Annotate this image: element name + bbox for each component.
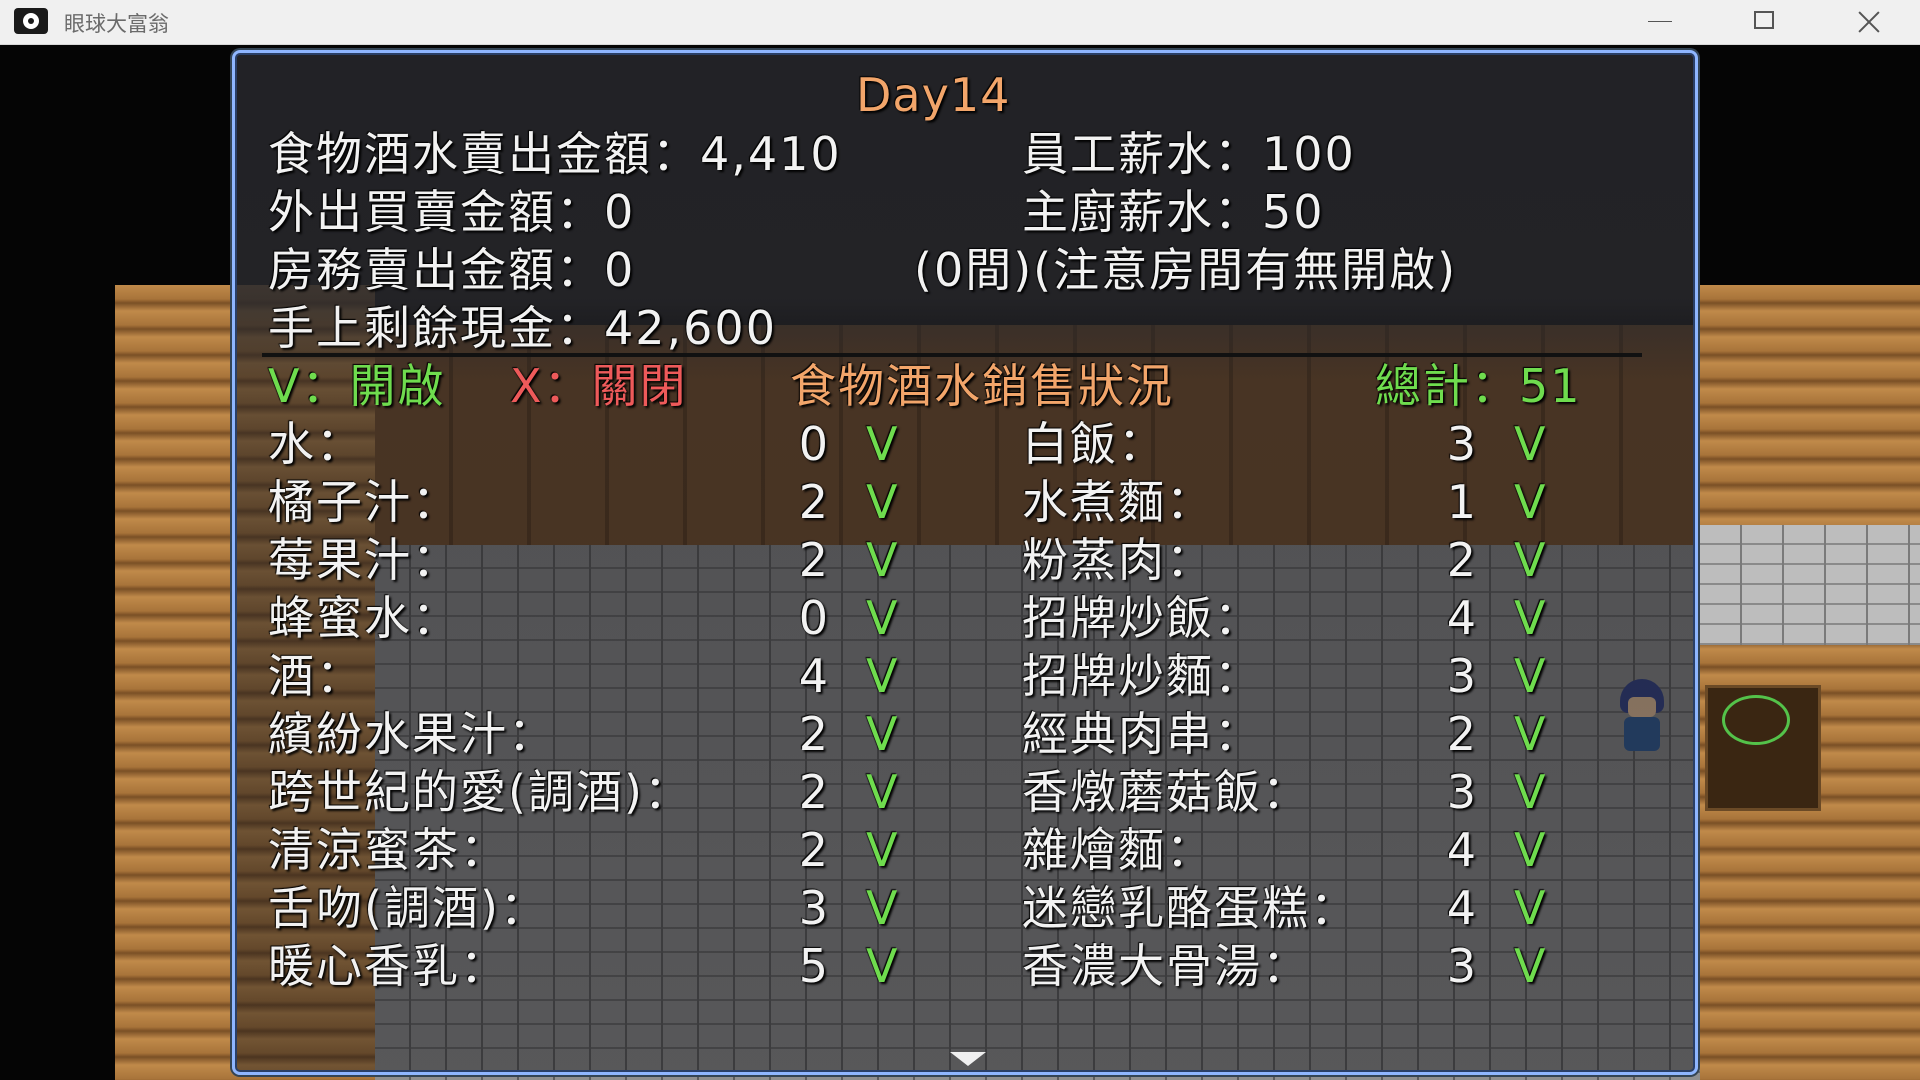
food-toggle[interactable]: V [1514,711,1547,757]
drink-toggle[interactable]: V [866,885,899,931]
drink-toggle[interactable]: V [866,595,899,641]
food-qty: 3 [1446,765,1478,819]
sales-total: 總計：51 [1375,359,1582,413]
event-ring-icon [1722,695,1790,745]
food-name: 經典肉串： [1022,707,1262,761]
drink-qty: 4 [798,649,830,703]
eye-app-icon [14,8,48,34]
food-qty: 3 [1446,939,1478,993]
staff-wage: 員工薪水：100 [1022,127,1356,181]
drink-toggle[interactable]: V [866,653,899,699]
drink-toggle[interactable]: V [866,769,899,815]
drink-toggle[interactable]: V [866,827,899,873]
food-name: 迷戀乳酪蛋糕： [1022,881,1358,935]
drink-name: 繽紛水果汁： [268,707,556,761]
drink-toggle[interactable]: V [866,711,899,757]
drink-qty: 5 [798,939,830,993]
food-name: 招牌炒飯： [1022,591,1262,645]
food-qty: 3 [1446,417,1478,471]
drink-name: 跨世紀的愛(調酒)： [268,765,692,819]
stone-wall-right [1700,525,1920,645]
close-button[interactable] [1818,0,1918,44]
food-qty: 3 [1446,649,1478,703]
drink-qty: 0 [798,591,830,645]
food-qty: 1 [1446,475,1478,529]
drink-toggle[interactable]: V [866,421,899,467]
window-title: 眼球大富翁 [64,12,169,36]
window-title-bar: 眼球大富翁 [0,0,1920,45]
food-toggle[interactable]: V [1514,769,1547,815]
drink-qty: 2 [798,533,830,587]
food-toggle[interactable]: V [1514,537,1547,583]
food-name: 香燉蘑菇飯： [1022,765,1310,819]
legend-off: X：關閉 [510,359,688,413]
chef-wage: 主廚薪水：50 [1022,185,1325,239]
drink-name: 蜂蜜水： [268,591,460,645]
drink-name: 酒： [268,649,364,703]
food-qty: 4 [1446,881,1478,935]
food-sales-amount: 食物酒水賣出金額：4,410 [268,127,842,181]
remaining-cash: 手上剩餘現金：42,600 [268,301,777,355]
drink-name: 莓果汁： [268,533,460,587]
food-name: 水煮麵： [1022,475,1214,529]
room-note: (0間)(注意房間有無開啟) [914,243,1458,297]
food-qty: 4 [1446,823,1478,877]
food-qty: 2 [1446,533,1478,587]
drink-qty: 2 [798,823,830,877]
food-toggle[interactable]: V [1514,479,1547,525]
food-toggle[interactable]: V [1514,595,1547,641]
drink-name: 水： [268,417,364,471]
food-qty: 2 [1446,707,1478,761]
food-toggle[interactable]: V [1514,827,1547,873]
food-toggle[interactable]: V [1514,885,1547,931]
food-qty: 4 [1446,591,1478,645]
sales-status-title: 食物酒水銷售狀況 [790,359,1174,413]
divider [262,353,1642,357]
drink-toggle[interactable]: V [866,537,899,583]
outside-sales-amount: 外出買賣金額：0 [268,185,636,239]
drink-name: 舌吻(調酒)： [268,881,548,935]
day-title: Day14 [856,68,1011,122]
scroll-down-arrow-icon[interactable] [950,1052,986,1066]
drink-name: 橘子汁： [268,475,460,529]
wooden-wall-right [1700,285,1920,1080]
food-name: 香濃大骨湯： [1022,939,1310,993]
drink-name: 暖心香乳： [268,939,508,993]
minimize-button[interactable] [1610,0,1710,44]
drink-name: 清涼蜜茶： [268,823,508,877]
drink-qty: 2 [798,765,830,819]
food-toggle[interactable]: V [1514,943,1547,989]
drink-qty: 0 [798,417,830,471]
legend-on: V：開啟 [268,359,446,413]
food-name: 粉蒸肉： [1022,533,1214,587]
food-name: 白飯： [1022,417,1166,471]
drink-toggle[interactable]: V [866,943,899,989]
room-sales-amount: 房務賣出金額：0 [268,243,636,297]
drink-toggle[interactable]: V [866,479,899,525]
maximize-button[interactable] [1714,0,1814,44]
food-name: 招牌炒麵： [1022,649,1262,703]
drink-qty: 2 [798,475,830,529]
food-name: 雜燴麵： [1022,823,1214,877]
food-toggle[interactable]: V [1514,653,1547,699]
drink-qty: 3 [798,881,830,935]
drink-qty: 2 [798,707,830,761]
food-toggle[interactable]: V [1514,421,1547,467]
